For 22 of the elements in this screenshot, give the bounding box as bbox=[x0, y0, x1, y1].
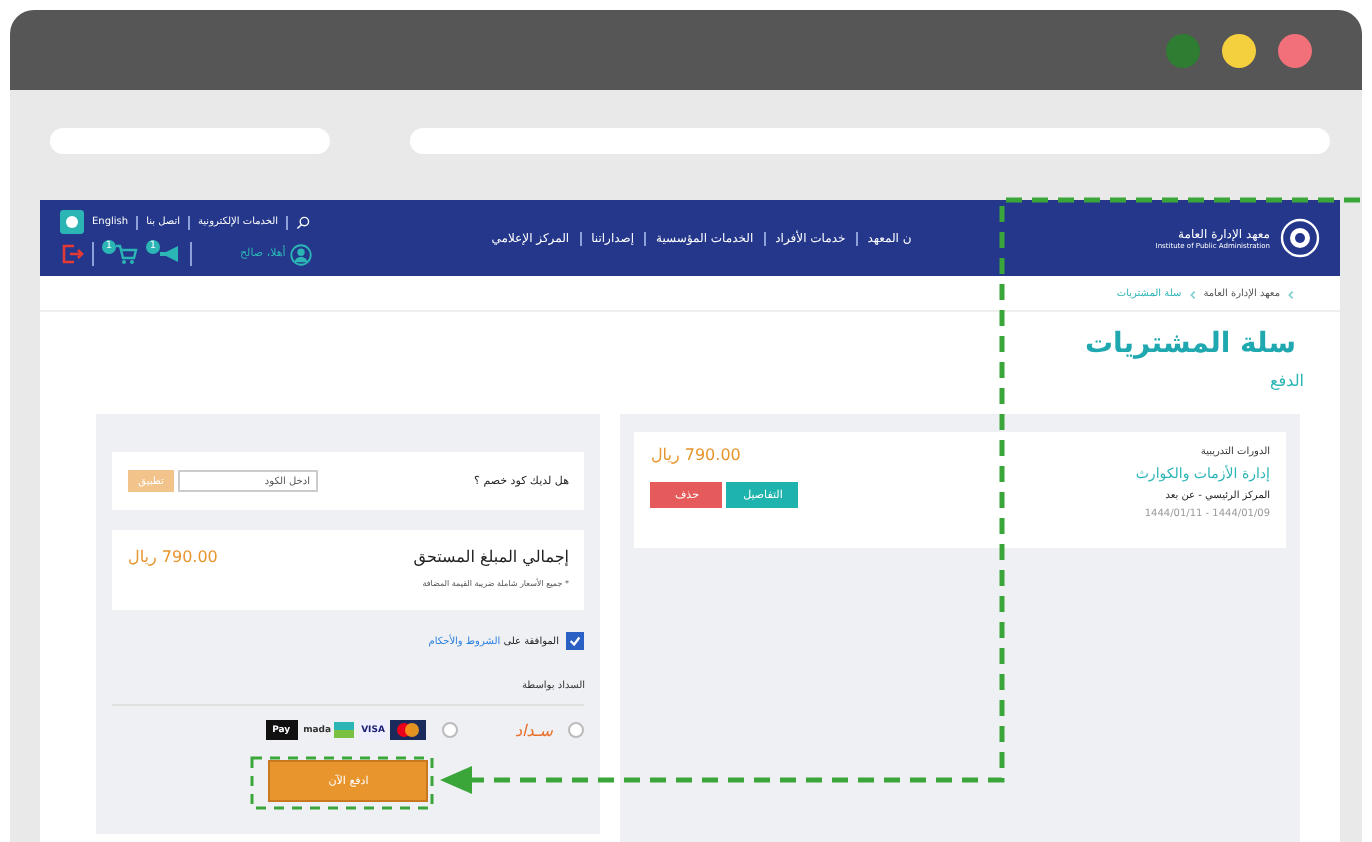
search-icon[interactable] bbox=[296, 215, 311, 229]
window-control-dot[interactable] bbox=[1222, 33, 1256, 67]
chevron-icon bbox=[1187, 289, 1198, 299]
payment-radio[interactable] bbox=[442, 722, 459, 738]
window-control-dot[interactable] bbox=[1278, 33, 1312, 67]
emblem-icon bbox=[1280, 218, 1320, 258]
chevron-icon bbox=[1286, 289, 1296, 299]
accessibility-icon[interactable] bbox=[60, 210, 84, 234]
section-heading: الدفع bbox=[1268, 372, 1304, 390]
user-icon bbox=[289, 243, 312, 265]
terms-checkbox[interactable] bbox=[566, 632, 585, 650]
mastercard-logo bbox=[390, 720, 427, 740]
logout-icon[interactable] bbox=[60, 242, 84, 266]
window-control-dot[interactable] bbox=[1166, 33, 1200, 67]
total-amount: 790.00 ريال bbox=[128, 548, 218, 566]
page-title: سلة المشتريات bbox=[1082, 328, 1296, 360]
sadad-logo: سـداد bbox=[514, 721, 553, 739]
megaphone-icon[interactable] bbox=[158, 242, 182, 266]
cart-icon[interactable] bbox=[114, 242, 138, 266]
total-label: إجمالي المبلغ المستحق bbox=[413, 548, 569, 566]
payment-radio[interactable] bbox=[568, 722, 585, 738]
item-price: 790.00 ريال bbox=[650, 446, 741, 464]
